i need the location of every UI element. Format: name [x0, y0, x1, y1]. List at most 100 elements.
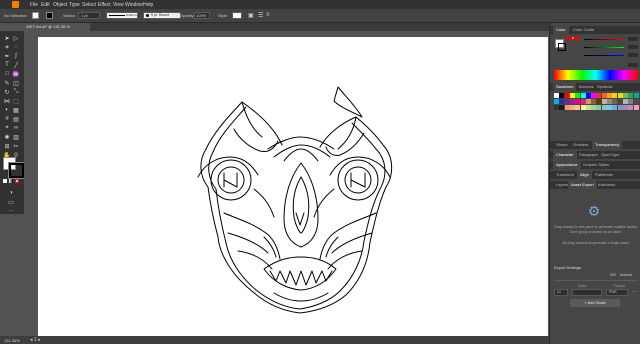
- swatch[interactable]: [554, 93, 559, 98]
- swatch[interactable]: [596, 99, 602, 104]
- swatch[interactable]: [601, 93, 607, 98]
- tab-pathfinder[interactable]: Pathfinder: [592, 171, 616, 179]
- blue-slider[interactable]: [584, 55, 624, 56]
- hex-value[interactable]: [628, 63, 638, 67]
- ios-label[interactable]: iOS: [610, 273, 616, 277]
- swatch[interactable]: [607, 105, 612, 110]
- swatch[interactable]: [607, 99, 612, 104]
- swatch[interactable]: [601, 99, 607, 104]
- lasso-tool-icon[interactable]: ◌: [12, 43, 20, 51]
- suffix-field[interactable]: [572, 289, 602, 296]
- swatch[interactable]: [559, 105, 565, 110]
- tab-opentype[interactable]: OpenType: [598, 151, 622, 159]
- paintbrush-tool-icon[interactable]: ♒: [12, 70, 20, 78]
- artboard-nav-icon[interactable]: ◂ 1 ▸: [30, 337, 41, 343]
- menu-file[interactable]: File: [30, 2, 38, 8]
- swatch[interactable]: [580, 99, 586, 104]
- menu-window[interactable]: Window: [125, 2, 143, 8]
- swatch[interactable]: [569, 105, 575, 110]
- tab-symbols[interactable]: Symbols: [594, 83, 615, 91]
- eraser-tool-icon[interactable]: ◫: [12, 79, 20, 87]
- swatch[interactable]: [554, 105, 559, 110]
- swatch[interactable]: [575, 99, 581, 104]
- blend-tool-icon[interactable]: ∞: [12, 124, 20, 132]
- swatch[interactable]: [633, 105, 639, 110]
- swatch[interactable]: [633, 99, 639, 104]
- swatch[interactable]: [596, 93, 602, 98]
- tab-color[interactable]: Color: [553, 26, 569, 34]
- color-spectrum[interactable]: [554, 70, 638, 80]
- menu-view[interactable]: View: [113, 2, 124, 8]
- tab-gradient[interactable]: Gradient: [570, 141, 591, 149]
- blue-value[interactable]: [628, 53, 638, 57]
- green-value[interactable]: [628, 45, 638, 49]
- stroke-weight-field[interactable]: 1 pt: [78, 12, 100, 19]
- zoom-level[interactable]: 131.36%: [4, 338, 20, 343]
- swatch[interactable]: [569, 93, 575, 98]
- symbol-sprayer-tool-icon[interactable]: ✺: [3, 133, 11, 141]
- add-scale-button[interactable]: + Add Scale: [570, 299, 620, 307]
- panel-stroke-swatch[interactable]: [558, 43, 566, 51]
- swatch[interactable]: [580, 105, 586, 110]
- swatch[interactable]: [585, 99, 591, 104]
- document-tab[interactable]: WET-Art.ai* @ 131.36 % (RGB/Preview): [22, 23, 90, 37]
- magic-wand-tool-icon[interactable]: ✶: [3, 43, 11, 51]
- slice-tool-icon[interactable]: ✂: [12, 142, 20, 150]
- swatch[interactable]: [617, 105, 623, 110]
- preferences-icon[interactable]: ☰: [258, 12, 263, 19]
- swatch[interactable]: [575, 93, 581, 98]
- menu-select[interactable]: Select: [82, 2, 96, 8]
- swatch[interactable]: [575, 105, 581, 110]
- swatch[interactable]: [559, 99, 565, 104]
- swatch[interactable]: [564, 99, 570, 104]
- swatch[interactable]: [612, 99, 618, 104]
- tab-color-guide[interactable]: Color Guide: [570, 26, 597, 34]
- swatch[interactable]: [596, 105, 602, 110]
- perspective-grid-tool-icon[interactable]: ▦: [12, 106, 20, 114]
- stroke-swatch[interactable]: [46, 12, 53, 19]
- stroke-color-box[interactable]: [8, 162, 25, 179]
- swatch[interactable]: [622, 99, 628, 104]
- selection-tool-icon[interactable]: ➤: [3, 34, 11, 42]
- swatch[interactable]: [585, 93, 591, 98]
- pen-tool-icon[interactable]: ✒: [3, 52, 11, 60]
- mesh-tool-icon[interactable]: #: [3, 115, 11, 123]
- tab-transform[interactable]: Transform: [553, 171, 577, 179]
- variable-width-profile[interactable]: Uniform: [106, 12, 138, 19]
- tab-graphic-styles[interactable]: Graphic Styles: [580, 161, 612, 169]
- swatch[interactable]: [617, 93, 623, 98]
- swatch[interactable]: [564, 93, 570, 98]
- scale-tool-icon[interactable]: ⤡: [12, 88, 20, 96]
- graphic-style-picker[interactable]: [232, 12, 242, 19]
- swatch[interactable]: [628, 105, 634, 110]
- rectangle-tool-icon[interactable]: □: [3, 70, 11, 78]
- swatch[interactable]: [601, 105, 607, 110]
- swatch[interactable]: [559, 93, 565, 98]
- swatch[interactable]: [564, 105, 570, 110]
- swatch[interactable]: [591, 99, 597, 104]
- swatch[interactable]: [628, 99, 634, 104]
- swatch[interactable]: [554, 99, 559, 104]
- artboard[interactable]: [38, 37, 548, 336]
- edit-toolbar-icon[interactable]: ···: [7, 207, 15, 215]
- swatch[interactable]: [591, 105, 597, 110]
- swatch[interactable]: [569, 99, 575, 104]
- opacity-field[interactable]: 100%: [194, 12, 210, 19]
- tab-stroke[interactable]: Stroke: [553, 141, 571, 149]
- color-mode-icon[interactable]: [3, 179, 7, 183]
- graph-tool-icon[interactable]: ▥: [12, 133, 20, 141]
- swatch[interactable]: [628, 93, 634, 98]
- tab-transparency[interactable]: Transparency: [592, 141, 623, 149]
- tab-align[interactable]: Align: [577, 171, 592, 179]
- swatch[interactable]: [612, 105, 618, 110]
- mask-illustration[interactable]: [38, 37, 548, 336]
- menu-effect[interactable]: Effect: [98, 2, 111, 8]
- swatch[interactable]: [633, 93, 639, 98]
- tab-asset-export[interactable]: Asset Export: [568, 181, 597, 189]
- menu-object[interactable]: Object: [53, 2, 67, 8]
- green-slider[interactable]: [584, 47, 624, 48]
- type-tool-icon[interactable]: T: [3, 61, 11, 69]
- menu-edit[interactable]: Edit: [41, 2, 50, 8]
- red-slider[interactable]: [584, 39, 624, 40]
- menu-type[interactable]: Type: [69, 2, 80, 8]
